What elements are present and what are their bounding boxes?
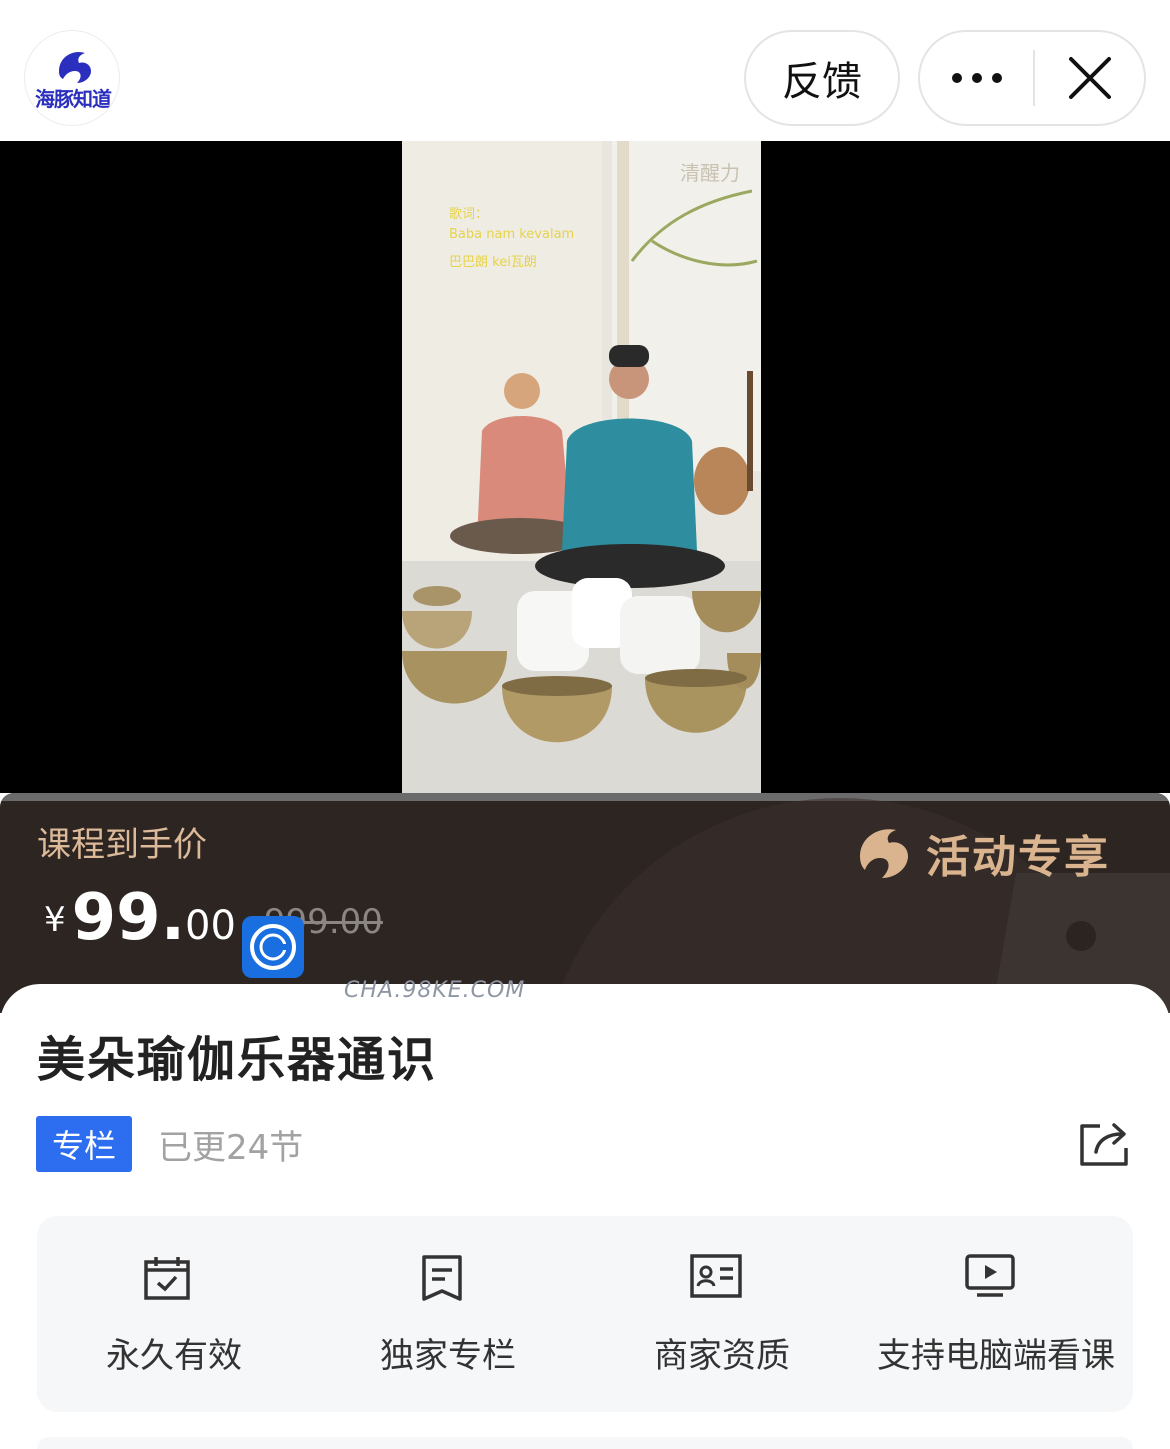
- video-frame: 清醒力 歌词： Baba nam kevalam 巴巴朗 kei瓦朗: [402, 141, 761, 793]
- feature-qualification: 商家资质: [585, 1216, 859, 1412]
- feature-exclusive: 独家专栏: [311, 1216, 585, 1412]
- watermark-badge-icon: [242, 916, 304, 978]
- update-count: 已更24节: [158, 1128, 304, 1168]
- mini-program-capsule: [918, 30, 1146, 126]
- feature-permanent: 永久有效: [37, 1216, 311, 1412]
- document-icon: [422, 1255, 462, 1301]
- video-player[interactable]: 清醒力 歌词： Baba nam kevalam 巴巴朗 kei瓦朗: [0, 141, 1170, 793]
- close-icon[interactable]: [1034, 32, 1146, 124]
- next-section-edge: [37, 1437, 1133, 1449]
- feature-list: 永久有效 独家专栏 商家资质 支持电脑端看课: [37, 1216, 1133, 1412]
- price-label: 课程到手价: [37, 825, 207, 865]
- panel-decoration: [1066, 921, 1096, 951]
- watermark-site-text: CHA.98KE.COM: [344, 978, 526, 1003]
- video-watermark: 清醒力: [680, 161, 740, 185]
- feature-pc-viewing: 支持电脑端看课: [859, 1216, 1133, 1412]
- course-title: 美朵瑜伽乐器通识: [37, 1032, 438, 1088]
- price-panel: 课程到手价 ¥99.00 999.00 活动专享: [0, 793, 1170, 1013]
- lyric-line: 巴巴朗 kei瓦朗: [449, 255, 537, 270]
- column-tag: 专栏: [36, 1116, 132, 1172]
- feedback-button[interactable]: 反馈: [744, 30, 900, 126]
- feature-label: 永久有效: [106, 1336, 242, 1376]
- logo-text: 海豚知道: [35, 87, 112, 111]
- feature-label: 独家专栏: [380, 1336, 516, 1376]
- promo-badge: 活动专享: [852, 821, 1110, 885]
- video-progress-bar[interactable]: [0, 793, 1170, 801]
- calendar-check-icon: [144, 1257, 190, 1300]
- dolphin-icon: [860, 829, 908, 878]
- top-bar: 海豚知道 反馈: [0, 0, 1170, 141]
- lyric-line: 歌词：: [449, 207, 489, 222]
- id-card-icon: [690, 1254, 742, 1298]
- price-decimal: 00: [185, 903, 236, 949]
- promo-text: 活动专享: [926, 832, 1110, 883]
- price-row: ¥99.00 999.00: [44, 881, 383, 955]
- more-dots-icon[interactable]: [920, 32, 1034, 124]
- course-card: 美朵瑜伽乐器通识 专栏 已更24节 永久有效 独家专栏 商家资质 支持电脑端看课: [0, 984, 1170, 1449]
- price-integer: 99.: [71, 881, 186, 955]
- lyric-line: Baba nam kevalam: [449, 227, 575, 242]
- monitor-play-icon: [965, 1254, 1015, 1297]
- feature-label: 商家资质: [654, 1336, 790, 1376]
- app-logo: 海豚知道: [24, 30, 120, 126]
- feature-label: 支持电脑端看课: [877, 1336, 1115, 1376]
- share-icon[interactable]: [1078, 1120, 1130, 1172]
- currency-symbol: ¥: [44, 900, 66, 940]
